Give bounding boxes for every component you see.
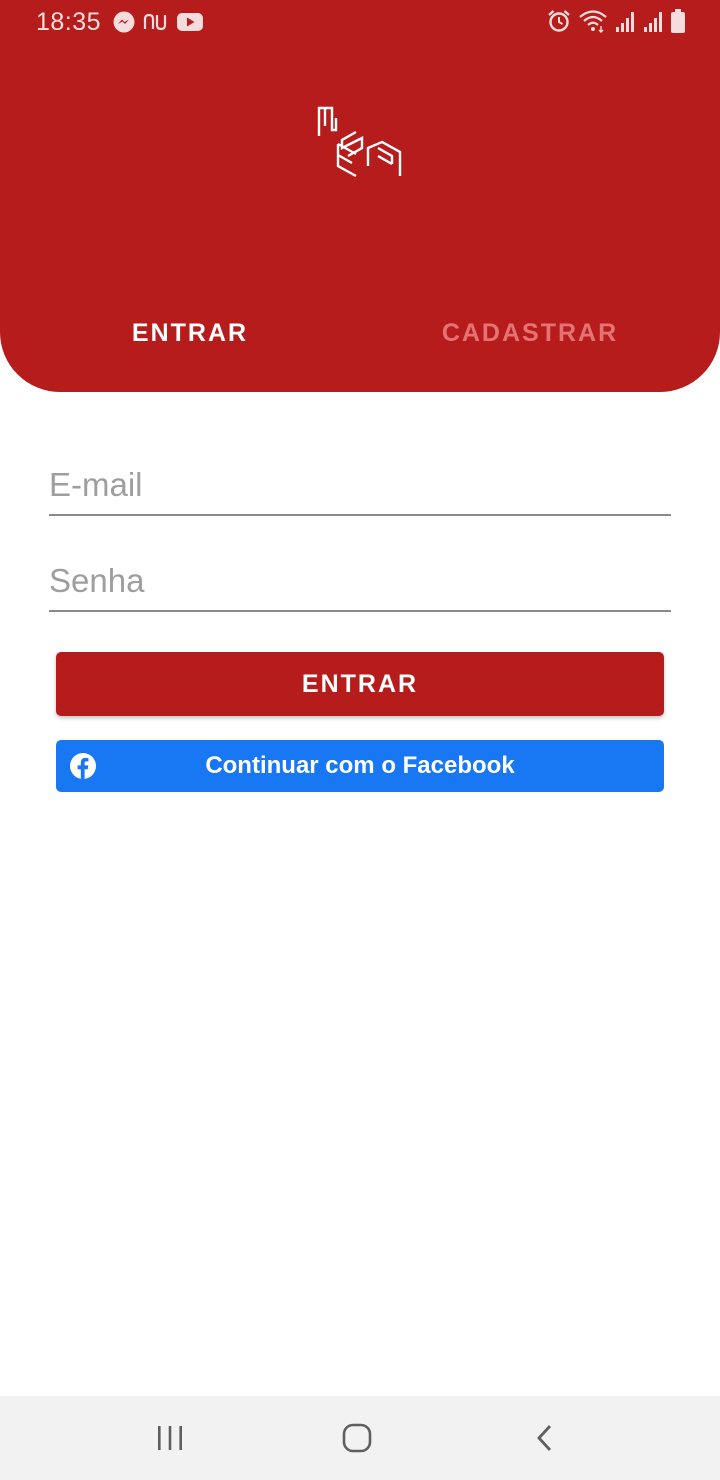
login-button[interactable]: ENTRAR xyxy=(56,652,664,716)
recents-button[interactable] xyxy=(140,1416,200,1460)
home-button[interactable] xyxy=(327,1416,387,1460)
status-time: 18:35 xyxy=(36,8,102,36)
signal-icon xyxy=(616,12,634,32)
facebook-button-label: Continuar com o Facebook xyxy=(205,752,515,779)
alarm-icon xyxy=(548,10,570,32)
facebook-login-button[interactable]: Continuar com o Facebook xyxy=(56,740,664,792)
status-bar: 18:35 xyxy=(0,0,720,44)
tab-register[interactable]: CADASTRAR xyxy=(430,316,630,350)
messenger-icon xyxy=(113,11,135,33)
back-icon xyxy=(537,1425,552,1451)
recents-icon xyxy=(158,1426,182,1450)
home-icon xyxy=(342,1423,372,1453)
header: 18:35 ENTRAR CADASTRAR xyxy=(0,0,720,392)
status-right-icons xyxy=(546,8,686,34)
battery-icon xyxy=(671,9,685,33)
login-screen: 18:35 ENTRAR CADASTRAR E-mail ENTRAR Con… xyxy=(0,0,720,1480)
wifi-icon xyxy=(579,10,607,33)
back-button[interactable] xyxy=(515,1416,575,1460)
youtube-icon xyxy=(177,13,203,31)
signal-icon xyxy=(644,12,662,32)
mesa-logo xyxy=(317,106,402,178)
status-left-icons xyxy=(112,10,204,34)
email-input[interactable] xyxy=(49,460,671,516)
tab-login[interactable]: ENTRAR xyxy=(90,316,290,350)
password-input[interactable] xyxy=(49,556,671,612)
nubank-icon xyxy=(143,13,167,31)
navigation-bar xyxy=(0,1396,720,1480)
